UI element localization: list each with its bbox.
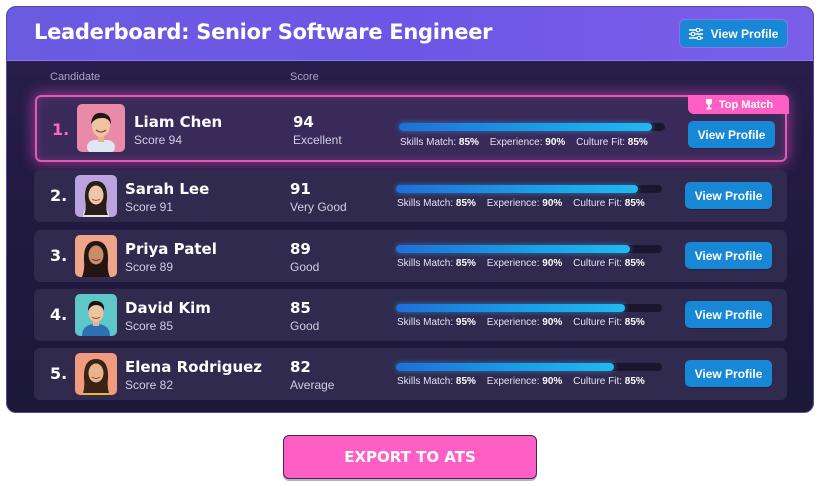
skills-value: 85% xyxy=(455,198,476,209)
avatar xyxy=(75,294,117,336)
column-header-candidate: Candidate xyxy=(50,71,101,83)
culture-value: 85% xyxy=(624,317,645,328)
culture-label: Culture Fit: xyxy=(573,317,622,328)
culture-label: Culture Fit: xyxy=(573,258,622,269)
candidate-name: Liam Chen xyxy=(134,113,223,131)
avatar xyxy=(75,235,117,277)
column-header-score: Score xyxy=(290,71,319,83)
table-row: 4. David Kim Score 85 85 Good Skills Mat… xyxy=(34,289,787,341)
rank: 2. xyxy=(50,186,68,205)
culture-value: 85% xyxy=(624,198,645,209)
candidate-name: Sarah Lee xyxy=(125,180,210,198)
score-rating: Excellent xyxy=(293,133,342,147)
skills-value: 85% xyxy=(455,376,476,387)
rank: 1. xyxy=(52,120,70,139)
table-row: Top Match 1. Liam Chen Score 94 94 Excel… xyxy=(35,95,789,162)
progress-bar xyxy=(396,363,662,371)
experience-value: 90% xyxy=(542,317,563,328)
score-value: 89 xyxy=(290,240,311,258)
progress-bar xyxy=(396,304,662,312)
rank: 3. xyxy=(50,246,68,265)
header-button-label: View Profile xyxy=(710,26,779,41)
view-profile-button[interactable]: View Profile xyxy=(688,121,775,148)
experience-label: Experience: xyxy=(486,198,540,209)
table-row: 5. Elena Rodriguez Score 82 82 Average S… xyxy=(34,348,787,400)
progress-bar-fill xyxy=(396,185,639,193)
page-title: Leaderboard: Senior Software Engineer xyxy=(34,20,493,44)
experience-value: 90% xyxy=(542,198,563,209)
culture-value: 85% xyxy=(624,376,645,387)
progress-bar-fill xyxy=(399,123,652,131)
culture-label: Culture Fit: xyxy=(573,198,622,209)
progress-bar xyxy=(396,185,662,193)
progress-bar-fill xyxy=(396,245,631,253)
metrics-line: Skills Match: 85% Experience: 90% Cultur… xyxy=(400,137,648,148)
score-value: 91 xyxy=(290,180,311,198)
candidate-score-subtitle: Score 89 xyxy=(125,260,174,274)
leaderboard-card: Leaderboard: Senior Software Engineer Vi… xyxy=(6,6,814,413)
skills-value: 85% xyxy=(455,258,476,269)
skills-label: Skills Match: xyxy=(400,137,457,148)
metrics-line: Skills Match: 95% Experience: 90% Cultur… xyxy=(397,317,645,328)
progress-bar-fill xyxy=(396,304,625,312)
skills-label: Skills Match: xyxy=(397,317,454,328)
score-rating: Average xyxy=(290,378,335,392)
candidate-score-subtitle: Score 94 xyxy=(134,133,183,147)
culture-value: 85% xyxy=(624,258,645,269)
avatar xyxy=(77,104,125,152)
candidate-score-subtitle: Score 91 xyxy=(125,200,174,214)
rank: 5. xyxy=(50,364,68,383)
view-profile-button[interactable]: View Profile xyxy=(685,182,772,209)
table-row: 2. Sarah Lee Score 91 91 Very Good Skill… xyxy=(34,170,787,222)
score-rating: Good xyxy=(290,260,320,274)
experience-value: 90% xyxy=(545,137,566,148)
score-value: 94 xyxy=(293,113,314,131)
candidate-score-subtitle: Score 85 xyxy=(125,319,174,333)
table-row: 3. Priya Patel Score 89 89 Good Skills M… xyxy=(34,230,787,282)
experience-label: Experience: xyxy=(486,376,540,387)
experience-label: Experience: xyxy=(486,317,540,328)
leaderboard-header: Leaderboard: Senior Software Engineer Vi… xyxy=(7,7,813,61)
candidate-score-subtitle: Score 82 xyxy=(125,378,174,392)
culture-label: Culture Fit: xyxy=(573,376,622,387)
experience-value: 90% xyxy=(542,376,563,387)
progress-bar xyxy=(396,245,662,253)
header-view-profile-button[interactable]: View Profile xyxy=(680,20,787,47)
experience-value: 90% xyxy=(542,258,563,269)
metrics-line: Skills Match: 85% Experience: 90% Cultur… xyxy=(397,376,645,387)
progress-bar-fill xyxy=(396,363,615,371)
sliders-icon xyxy=(688,27,703,40)
candidate-name: David Kim xyxy=(125,299,211,317)
view-profile-button[interactable]: View Profile xyxy=(685,301,772,328)
culture-value: 85% xyxy=(627,137,648,148)
avatar xyxy=(75,353,117,395)
skills-value: 95% xyxy=(455,317,476,328)
score-value: 85 xyxy=(290,299,311,317)
view-profile-button[interactable]: View Profile xyxy=(685,242,772,269)
metrics-line: Skills Match: 85% Experience: 90% Cultur… xyxy=(397,258,645,269)
view-profile-button[interactable]: View Profile xyxy=(685,360,772,387)
progress-bar xyxy=(399,123,665,131)
export-to-ats-button[interactable]: EXPORT TO ATS xyxy=(283,435,537,479)
skills-label: Skills Match: xyxy=(397,198,454,209)
experience-label: Experience: xyxy=(489,137,543,148)
top-match-badge: Top Match xyxy=(688,95,789,114)
skills-label: Skills Match: xyxy=(397,258,454,269)
rank: 4. xyxy=(50,305,68,324)
culture-label: Culture Fit: xyxy=(576,137,625,148)
experience-label: Experience: xyxy=(486,258,540,269)
candidate-name: Priya Patel xyxy=(125,240,217,258)
score-value: 82 xyxy=(290,358,311,376)
skills-value: 85% xyxy=(458,137,479,148)
metrics-line: Skills Match: 85% Experience: 90% Cultur… xyxy=(397,198,645,209)
score-rating: Good xyxy=(290,319,320,333)
score-rating: Very Good xyxy=(290,200,347,214)
skills-label: Skills Match: xyxy=(397,376,454,387)
badge-label: Top Match xyxy=(718,98,774,111)
avatar xyxy=(75,175,117,217)
trophy-icon xyxy=(705,99,712,110)
candidate-name: Elena Rodriguez xyxy=(125,358,263,376)
